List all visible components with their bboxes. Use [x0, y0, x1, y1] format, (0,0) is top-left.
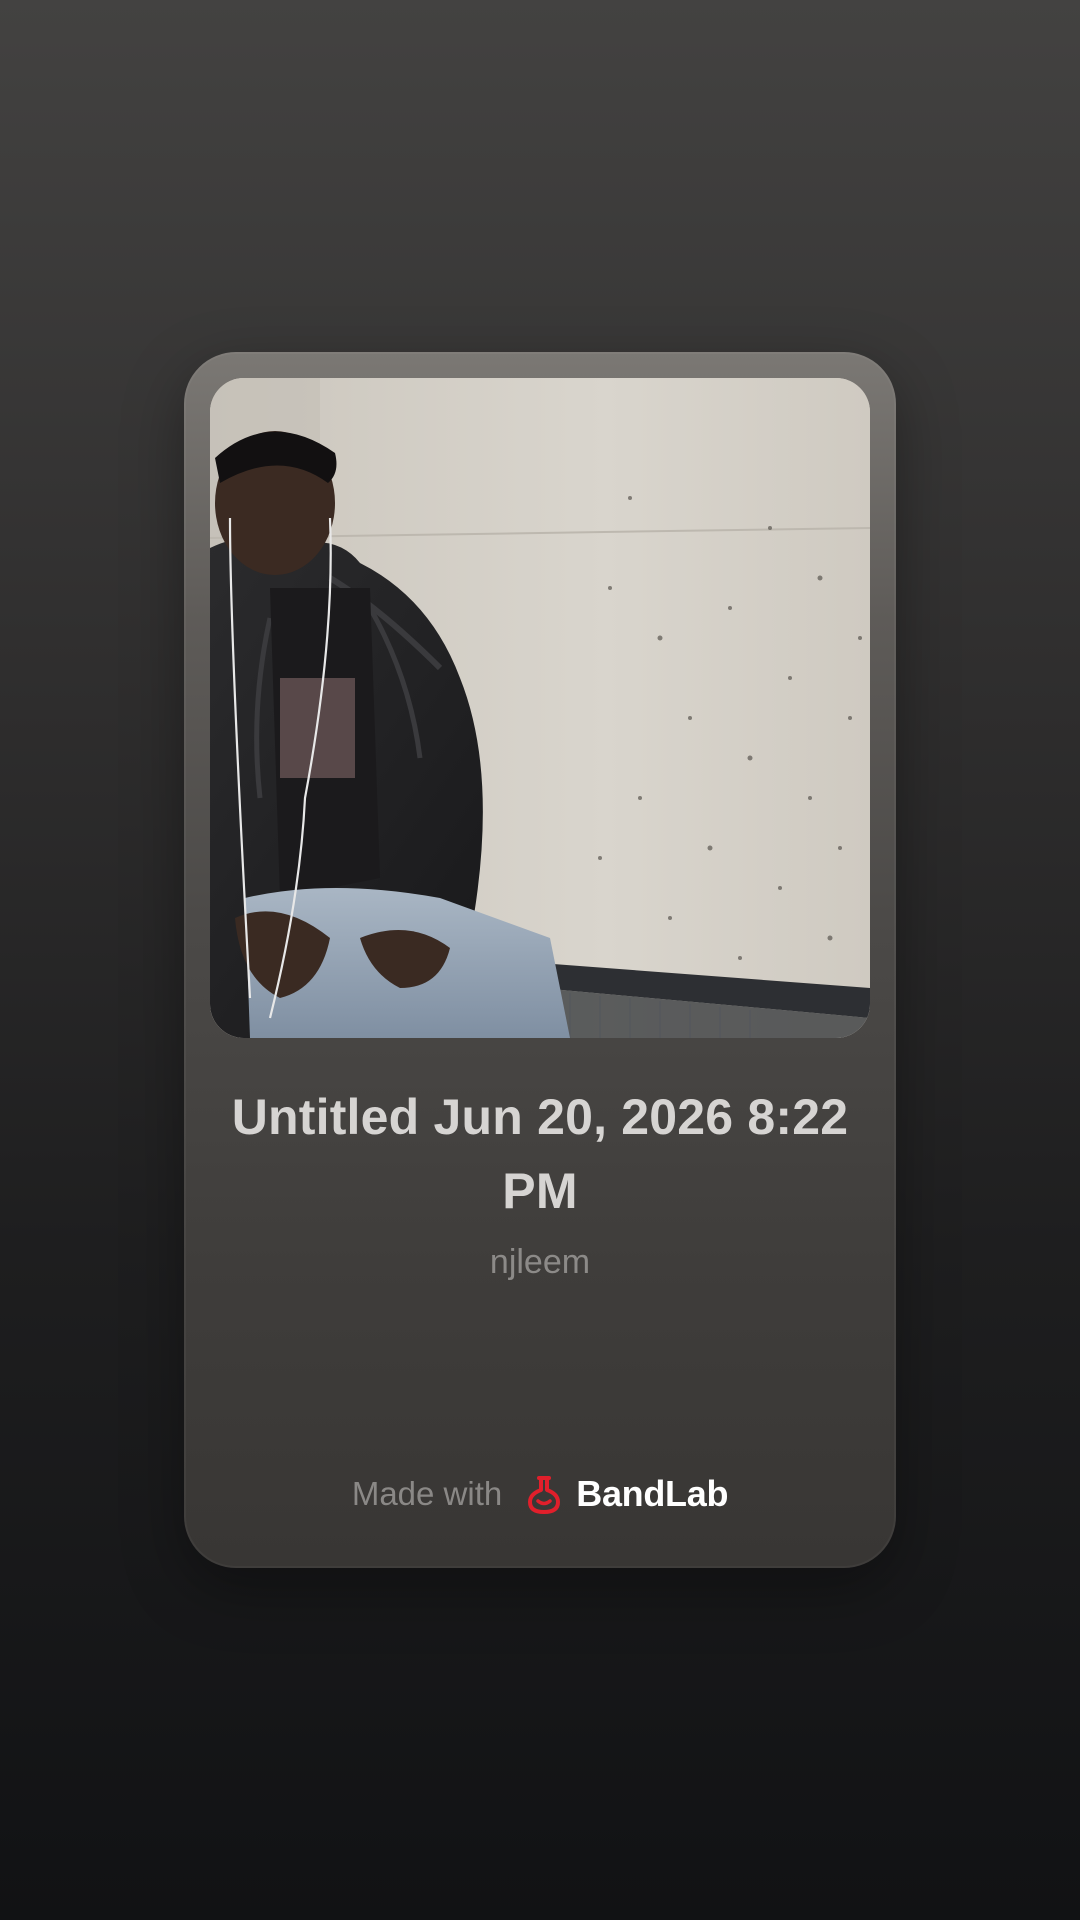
bandlab-logo-icon: [528, 1476, 561, 1514]
artist-name: njleem: [489, 1243, 591, 1281]
made-with-label: Made with: [351, 1475, 503, 1512]
made-with-footer: Made with BandLab: [184, 1470, 896, 1518]
cover-photo-illustration: [210, 378, 870, 1038]
bandlab-brand: BandLab: [522, 1470, 728, 1518]
track-title: Untitled Jun 20, 2026 8:22 PM: [231, 1089, 849, 1219]
brand-name: BandLab: [576, 1473, 729, 1514]
share-card: Untitled Jun 20, 2026 8:22 PM njleem Mad…: [184, 352, 896, 1568]
cover-image: [210, 378, 870, 1038]
